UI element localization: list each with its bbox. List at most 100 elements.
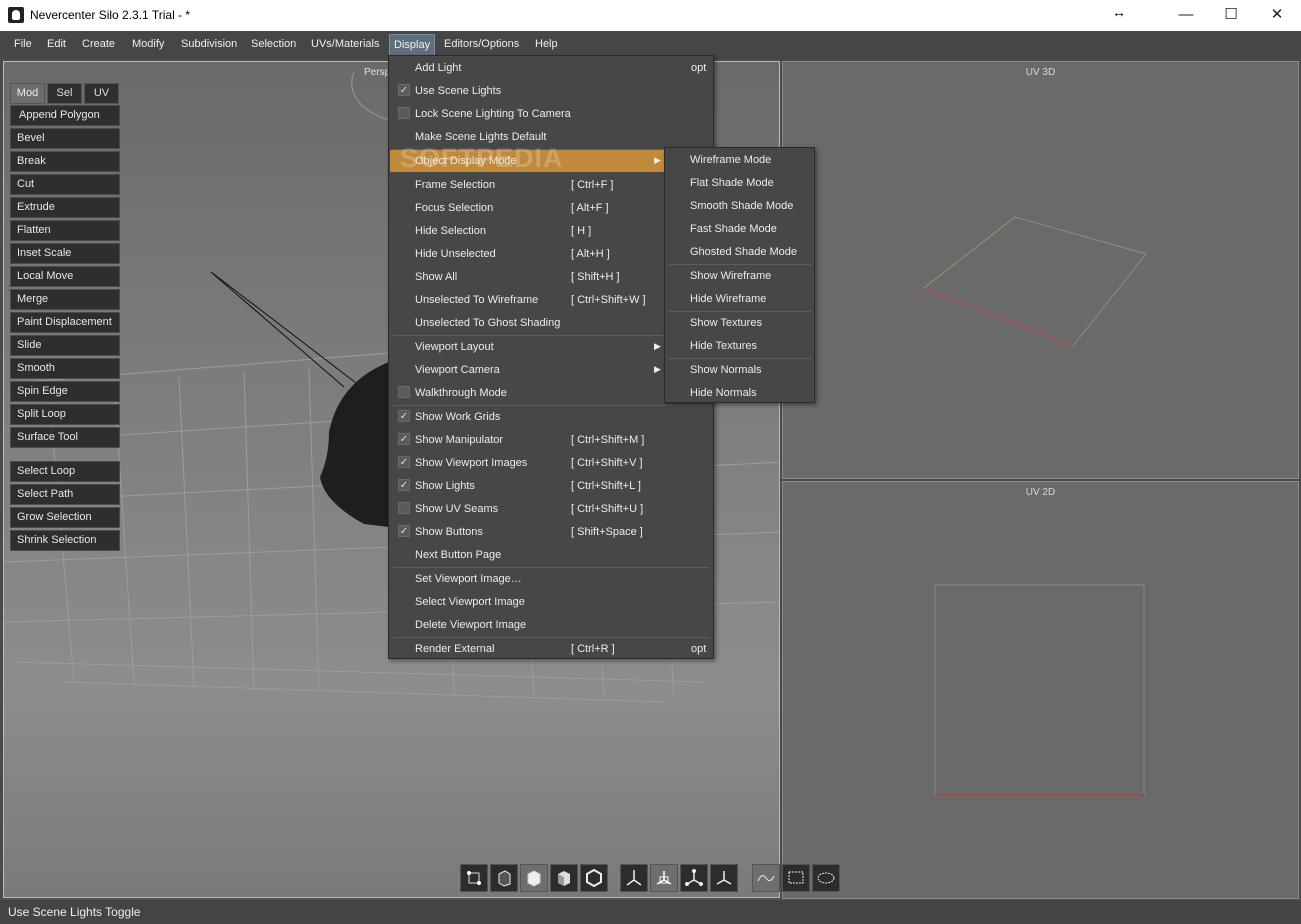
paint-select-icon[interactable] xyxy=(752,864,780,892)
paint-displacement-button[interactable]: Paint Displacement xyxy=(10,312,120,333)
resize-icon: ↔ xyxy=(1112,4,1126,20)
move-manipulator-icon[interactable] xyxy=(620,864,648,892)
menu-item-render-external[interactable]: Render External [ Ctrl+R ] opt xyxy=(390,638,712,660)
shortcut-label: [ Ctrl+Shift+L ] xyxy=(571,480,641,492)
merge-button[interactable]: Merge xyxy=(10,289,120,310)
select-loop-button[interactable]: Select Loop xyxy=(10,461,120,482)
inset-scale-button[interactable]: Inset Scale xyxy=(10,243,120,264)
submenu-hide-normals[interactable]: Hide Normals xyxy=(666,382,813,404)
scale-manipulator-icon[interactable] xyxy=(680,864,708,892)
object-display-submenu: Wireframe Mode Flat Shade Mode Smooth Sh… xyxy=(664,147,815,403)
submenu-smooth-shade-mode[interactable]: Smooth Shade Mode xyxy=(666,195,813,217)
hex-mode-icon[interactable] xyxy=(580,864,608,892)
submenu-show-normals[interactable]: Show Normals xyxy=(666,359,813,381)
submenu-fast-shade-mode[interactable]: Fast Shade Mode xyxy=(666,218,813,240)
menu-item-set-viewport-image[interactable]: Set Viewport Image… xyxy=(390,568,712,590)
checkbox-checked-icon[interactable]: ✓ xyxy=(398,456,410,468)
menu-selection[interactable]: Selection xyxy=(251,38,296,50)
checkbox-checked-icon[interactable]: ✓ xyxy=(398,525,410,537)
object-mode-icon[interactable] xyxy=(550,864,578,892)
menu-modify[interactable]: Modify xyxy=(132,38,164,50)
submenu-hide-wireframe[interactable]: Hide Wireframe xyxy=(666,288,813,310)
menu-item-add-light[interactable]: Add Light opt xyxy=(390,57,712,79)
watermark: SOFTPEDIA xyxy=(400,143,564,173)
opt-label[interactable]: opt xyxy=(691,643,706,655)
menu-item-next-button-page[interactable]: Next Button Page xyxy=(390,544,712,566)
uv-3d-viewport[interactable]: UV 3D xyxy=(782,61,1299,479)
submenu-hide-textures[interactable]: Hide Textures xyxy=(666,335,813,357)
menu-item-label: Show Viewport Images xyxy=(415,457,528,469)
edge-mode-icon[interactable] xyxy=(490,864,518,892)
slide-button[interactable]: Slide xyxy=(10,335,120,356)
extrude-button[interactable]: Extrude xyxy=(10,197,120,218)
rotate-manipulator-icon[interactable] xyxy=(650,864,678,892)
checkbox-checked-icon[interactable]: ✓ xyxy=(398,479,410,491)
tab-mod[interactable]: Mod xyxy=(10,83,45,104)
menu-subdivision[interactable]: Subdivision xyxy=(181,38,237,50)
smooth-button[interactable]: Smooth xyxy=(10,358,120,379)
local-move-button[interactable]: Local Move xyxy=(10,266,120,287)
submenu-ghosted-shade-mode[interactable]: Ghosted Shade Mode xyxy=(666,241,813,263)
append-polygon-button[interactable]: Append Polygon xyxy=(10,105,120,126)
submenu-show-wireframe[interactable]: Show Wireframe xyxy=(666,265,813,287)
bevel-button[interactable]: Bevel xyxy=(10,128,120,149)
menu-editors-options[interactable]: Editors/Options xyxy=(444,38,519,50)
menu-item-lock-scene-lighting[interactable]: Lock Scene Lighting To Camera xyxy=(390,103,712,125)
surface-tool-button[interactable]: Surface Tool xyxy=(10,427,120,448)
menu-item-show-manipulator[interactable]: ✓ Show Manipulator [ Ctrl+Shift+M ] xyxy=(390,429,712,451)
spin-edge-button[interactable]: Spin Edge xyxy=(10,381,120,402)
checkbox-checked-icon[interactable]: ✓ xyxy=(398,84,410,96)
menu-item-show-work-grids[interactable]: ✓ Show Work Grids xyxy=(390,406,712,428)
menu-item-use-scene-lights[interactable]: ✓ Use Scene Lights xyxy=(390,80,712,102)
menu-file[interactable]: File xyxy=(14,38,32,50)
flatten-button[interactable]: Flatten xyxy=(10,220,120,241)
submenu-flat-shade-mode[interactable]: Flat Shade Mode xyxy=(666,172,813,194)
cut-button[interactable]: Cut xyxy=(10,174,120,195)
split-loop-button[interactable]: Split Loop xyxy=(10,404,120,425)
menu-item-label: Hide Selection xyxy=(415,225,486,237)
menu-item-label: Frame Selection xyxy=(415,179,496,191)
submenu-arrow-icon: ▶ xyxy=(654,364,661,374)
checkbox-checked-icon[interactable]: ✓ xyxy=(398,433,410,445)
select-path-button[interactable]: Select Path xyxy=(10,484,120,505)
app-icon xyxy=(8,7,24,23)
opt-label[interactable]: opt xyxy=(691,62,706,74)
menu-uvs-materials[interactable]: UVs/Materials xyxy=(311,38,379,50)
checkbox-unchecked-icon[interactable] xyxy=(398,107,410,119)
menu-item-show-buttons[interactable]: ✓ Show Buttons [ Shift+Space ] xyxy=(390,521,712,543)
menu-edit[interactable]: Edit xyxy=(47,38,66,50)
break-button[interactable]: Break xyxy=(10,151,120,172)
box-select-icon[interactable] xyxy=(782,864,810,892)
grow-selection-button[interactable]: Grow Selection xyxy=(10,507,120,528)
lasso-select-icon[interactable] xyxy=(812,864,840,892)
menu-item-delete-viewport-image[interactable]: Delete Viewport Image xyxy=(390,614,712,636)
shrink-selection-button[interactable]: Shrink Selection xyxy=(10,530,120,551)
checkbox-checked-icon[interactable]: ✓ xyxy=(398,410,410,422)
menu-item-show-uv-seams[interactable]: Show UV Seams [ Ctrl+Shift+U ] xyxy=(390,498,712,520)
tab-sel[interactable]: Sel xyxy=(47,83,82,104)
menu-item-label: Flat Shade Mode xyxy=(690,177,774,189)
mesh-object[interactable] xyxy=(320,362,389,527)
face-mode-icon[interactable] xyxy=(520,864,548,892)
submenu-show-textures[interactable]: Show Textures xyxy=(666,312,813,334)
vertex-mode-icon[interactable] xyxy=(460,864,488,892)
close-button[interactable]: ✕ xyxy=(1254,0,1300,31)
maximize-button[interactable]: ☐ xyxy=(1208,0,1254,31)
menu-item-show-viewport-images[interactable]: ✓ Show Viewport Images [ Ctrl+Shift+V ] xyxy=(390,452,712,474)
menu-item-show-lights[interactable]: ✓ Show Lights [ Ctrl+Shift+L ] xyxy=(390,475,712,497)
menu-display[interactable]: Display xyxy=(389,34,436,56)
menu-item-select-viewport-image[interactable]: Select Viewport Image xyxy=(390,591,712,613)
menu-help[interactable]: Help xyxy=(535,38,558,50)
submenu-wireframe-mode[interactable]: Wireframe Mode xyxy=(666,149,813,171)
uv-2d-viewport[interactable]: UV 2D xyxy=(782,481,1299,899)
minimize-button[interactable]: — xyxy=(1163,0,1209,31)
checkbox-unchecked-icon[interactable] xyxy=(398,386,410,398)
menu-item-label: Hide Wireframe xyxy=(690,293,767,305)
tab-uv[interactable]: UV xyxy=(84,83,119,104)
menu-item-label: Ghosted Shade Mode xyxy=(690,246,798,258)
universal-manipulator-icon[interactable] xyxy=(710,864,738,892)
menu-item-label: Show Manipulator xyxy=(415,434,504,446)
checkbox-unchecked-icon[interactable] xyxy=(398,502,410,514)
menu-create[interactable]: Create xyxy=(82,38,115,50)
shortcut-label: [ H ] xyxy=(571,225,592,237)
